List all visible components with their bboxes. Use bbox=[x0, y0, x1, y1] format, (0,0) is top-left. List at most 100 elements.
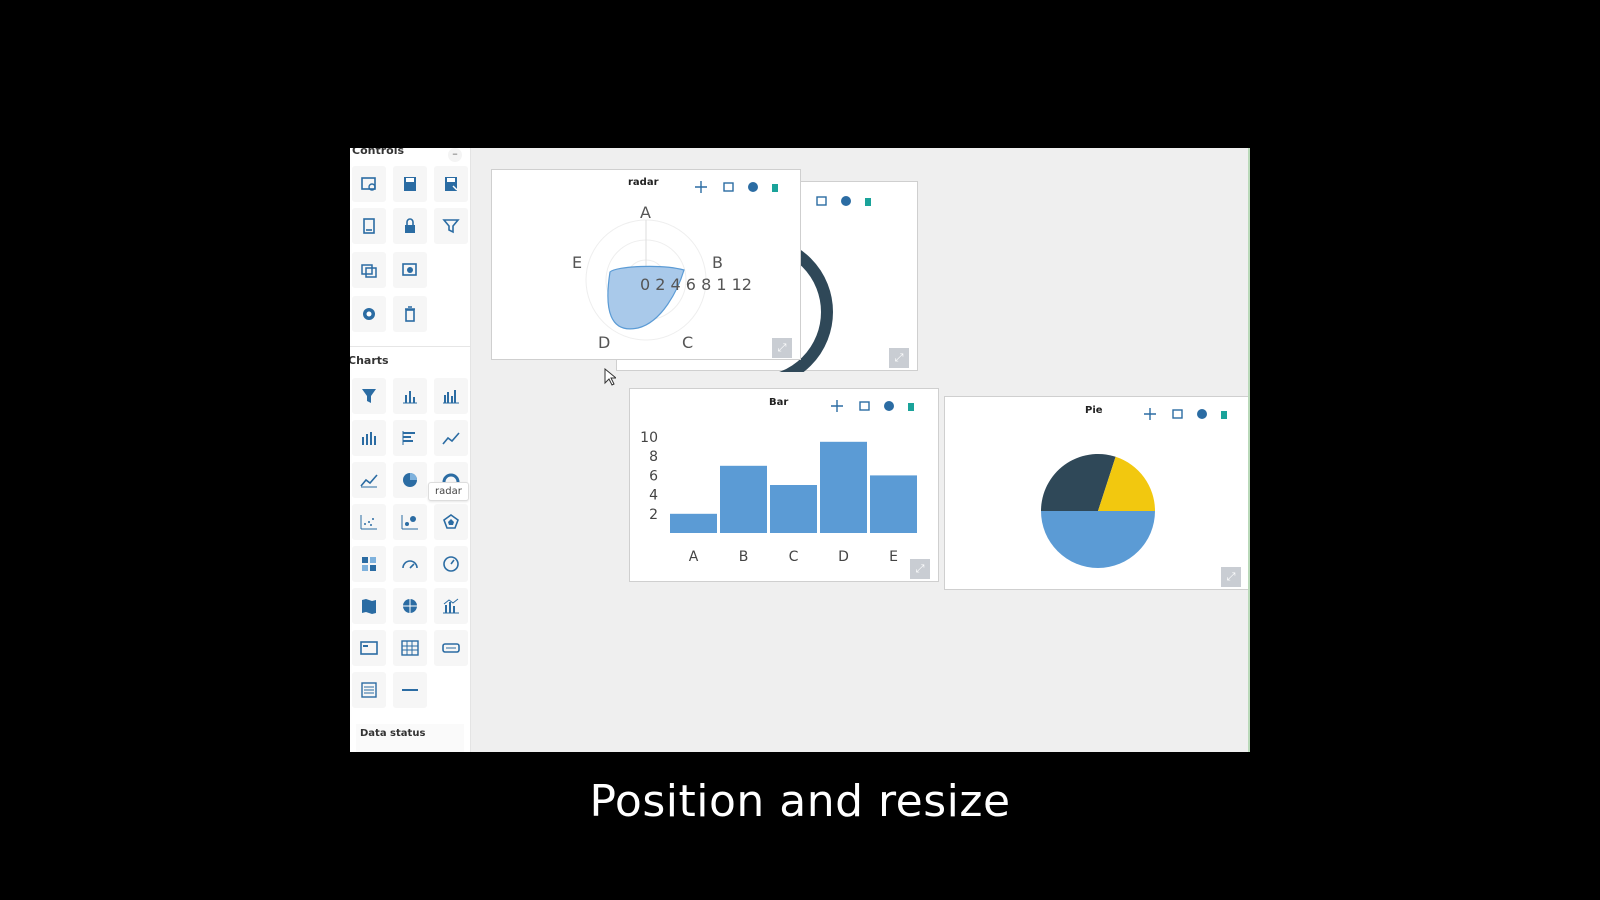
bar-C[interactable] bbox=[770, 485, 817, 533]
trash-icon[interactable] bbox=[861, 194, 875, 208]
y-tick-label: 8 bbox=[649, 449, 658, 465]
bar-chart-tool[interactable] bbox=[393, 420, 427, 456]
gear-icon[interactable] bbox=[882, 399, 896, 413]
area-chart-icon bbox=[360, 474, 378, 488]
bar-B[interactable] bbox=[720, 465, 767, 533]
heatmap-icon bbox=[362, 557, 376, 571]
gear-icon bbox=[363, 308, 375, 320]
scatter-icon bbox=[360, 515, 377, 530]
table-icon bbox=[401, 640, 419, 656]
textbox-icon bbox=[442, 643, 460, 653]
delete-tool[interactable] bbox=[393, 296, 427, 332]
collapse-button[interactable]: – bbox=[448, 148, 462, 162]
globe-tool[interactable] bbox=[393, 588, 427, 624]
pentagon-icon bbox=[443, 514, 459, 529]
funnel-chart-tool[interactable] bbox=[352, 378, 386, 414]
mouse-cursor-icon bbox=[604, 368, 616, 386]
line-chart-icon bbox=[442, 432, 460, 445]
x-tick-label: E bbox=[889, 549, 898, 565]
y-tick-label: 4 bbox=[649, 488, 658, 504]
y-tick-label: 2 bbox=[649, 507, 658, 523]
line-chart-tool[interactable] bbox=[434, 420, 468, 456]
filter-icon bbox=[442, 219, 460, 234]
radar-axis-d: D bbox=[598, 333, 610, 352]
trash-icon bbox=[405, 306, 415, 322]
export-icon bbox=[363, 218, 375, 234]
combo-chart-tool[interactable] bbox=[434, 588, 468, 624]
x-tick-label: B bbox=[739, 549, 749, 565]
heatmap-tool[interactable] bbox=[352, 546, 386, 582]
bar-A[interactable] bbox=[670, 513, 717, 533]
y-tick-label: 10 bbox=[640, 430, 658, 446]
data-status: Data status bbox=[356, 724, 464, 752]
column-chart-tool[interactable] bbox=[393, 378, 427, 414]
duplicate-icon bbox=[361, 264, 377, 278]
export-tool[interactable] bbox=[352, 208, 386, 244]
globe-icon bbox=[403, 599, 417, 613]
grouped-column-tool[interactable] bbox=[434, 378, 468, 414]
list-icon bbox=[361, 682, 377, 698]
pie-panel[interactable]: Pie ⤢ bbox=[944, 396, 1248, 590]
caption: Position and resize bbox=[589, 776, 1011, 827]
gauge-tool[interactable] bbox=[393, 546, 427, 582]
speedometer-tool[interactable] bbox=[434, 546, 468, 582]
preview-tool[interactable] bbox=[393, 252, 427, 288]
stacked-column-icon bbox=[362, 432, 376, 445]
save-as-tool[interactable] bbox=[434, 166, 468, 202]
filter-tool[interactable] bbox=[434, 208, 468, 244]
open-icon bbox=[361, 177, 376, 191]
x-tick-label: A bbox=[689, 549, 699, 565]
gear-icon[interactable] bbox=[839, 194, 853, 208]
bar-panel[interactable]: Bar 2 4 6 8 10 A B C D E ⤢ bbox=[629, 388, 939, 582]
bar-chart: 2 4 6 8 10 A B C D E bbox=[640, 430, 917, 565]
bar-title: Bar bbox=[769, 397, 789, 408]
x-tick-label: D bbox=[838, 549, 849, 565]
settings-tool[interactable] bbox=[352, 296, 386, 332]
move-icon[interactable] bbox=[830, 399, 844, 413]
bar-D[interactable] bbox=[820, 441, 867, 533]
scatter-chart-tool[interactable] bbox=[352, 504, 386, 540]
resize-handle[interactable]: ⤢ bbox=[910, 559, 930, 579]
lock-tool[interactable] bbox=[393, 208, 427, 244]
radar-axis-a: A bbox=[640, 203, 651, 222]
stacked-column-tool[interactable] bbox=[352, 420, 386, 456]
data-icon[interactable] bbox=[858, 399, 872, 413]
charts-title: Charts bbox=[350, 354, 389, 367]
text-box-tool[interactable] bbox=[434, 630, 468, 666]
speedometer-icon bbox=[443, 556, 459, 572]
trash-icon[interactable] bbox=[904, 399, 918, 413]
duplicate-tool[interactable] bbox=[352, 252, 386, 288]
pie-slice-0[interactable] bbox=[1041, 511, 1155, 568]
pie-chart-tool[interactable] bbox=[393, 462, 427, 498]
bar-E[interactable] bbox=[870, 475, 917, 533]
resize-handle[interactable]: ⤢ bbox=[889, 348, 909, 368]
lock-icon bbox=[405, 218, 415, 233]
gauge-icon bbox=[402, 560, 418, 569]
divider-tool[interactable] bbox=[393, 672, 427, 708]
table-tool[interactable] bbox=[393, 630, 427, 666]
sidebar: Controls – Charts radar Data status bbox=[350, 148, 471, 752]
bubble-chart-tool[interactable] bbox=[393, 504, 427, 540]
map-tool[interactable] bbox=[352, 588, 386, 624]
bubble-icon bbox=[401, 515, 418, 530]
y-tick-label: 6 bbox=[649, 468, 658, 484]
open-dashboard-tool[interactable] bbox=[352, 166, 386, 202]
radar-panel[interactable]: radar A B C D E 0 2 4 6 8 1 12 ⤢ bbox=[491, 169, 801, 360]
polar-chart-tool[interactable] bbox=[434, 504, 468, 540]
save-as-icon bbox=[445, 177, 458, 191]
save-tool[interactable] bbox=[393, 166, 427, 202]
kpi-card-tool[interactable] bbox=[352, 630, 386, 666]
resize-handle[interactable]: ⤢ bbox=[772, 338, 792, 358]
preview-icon bbox=[402, 263, 417, 276]
resize-handle[interactable]: ⤢ bbox=[1221, 567, 1241, 587]
data-icon[interactable] bbox=[815, 194, 829, 208]
list-tool[interactable] bbox=[352, 672, 386, 708]
radar-axis-b: B bbox=[712, 253, 723, 272]
pie-chart bbox=[1041, 454, 1155, 568]
card-icon bbox=[360, 641, 378, 655]
radar-tooltip: radar bbox=[428, 482, 469, 501]
funnel-icon bbox=[362, 389, 376, 403]
combo-chart-icon bbox=[443, 598, 459, 614]
grouped-column-icon bbox=[443, 390, 459, 404]
area-chart-tool[interactable] bbox=[352, 462, 386, 498]
